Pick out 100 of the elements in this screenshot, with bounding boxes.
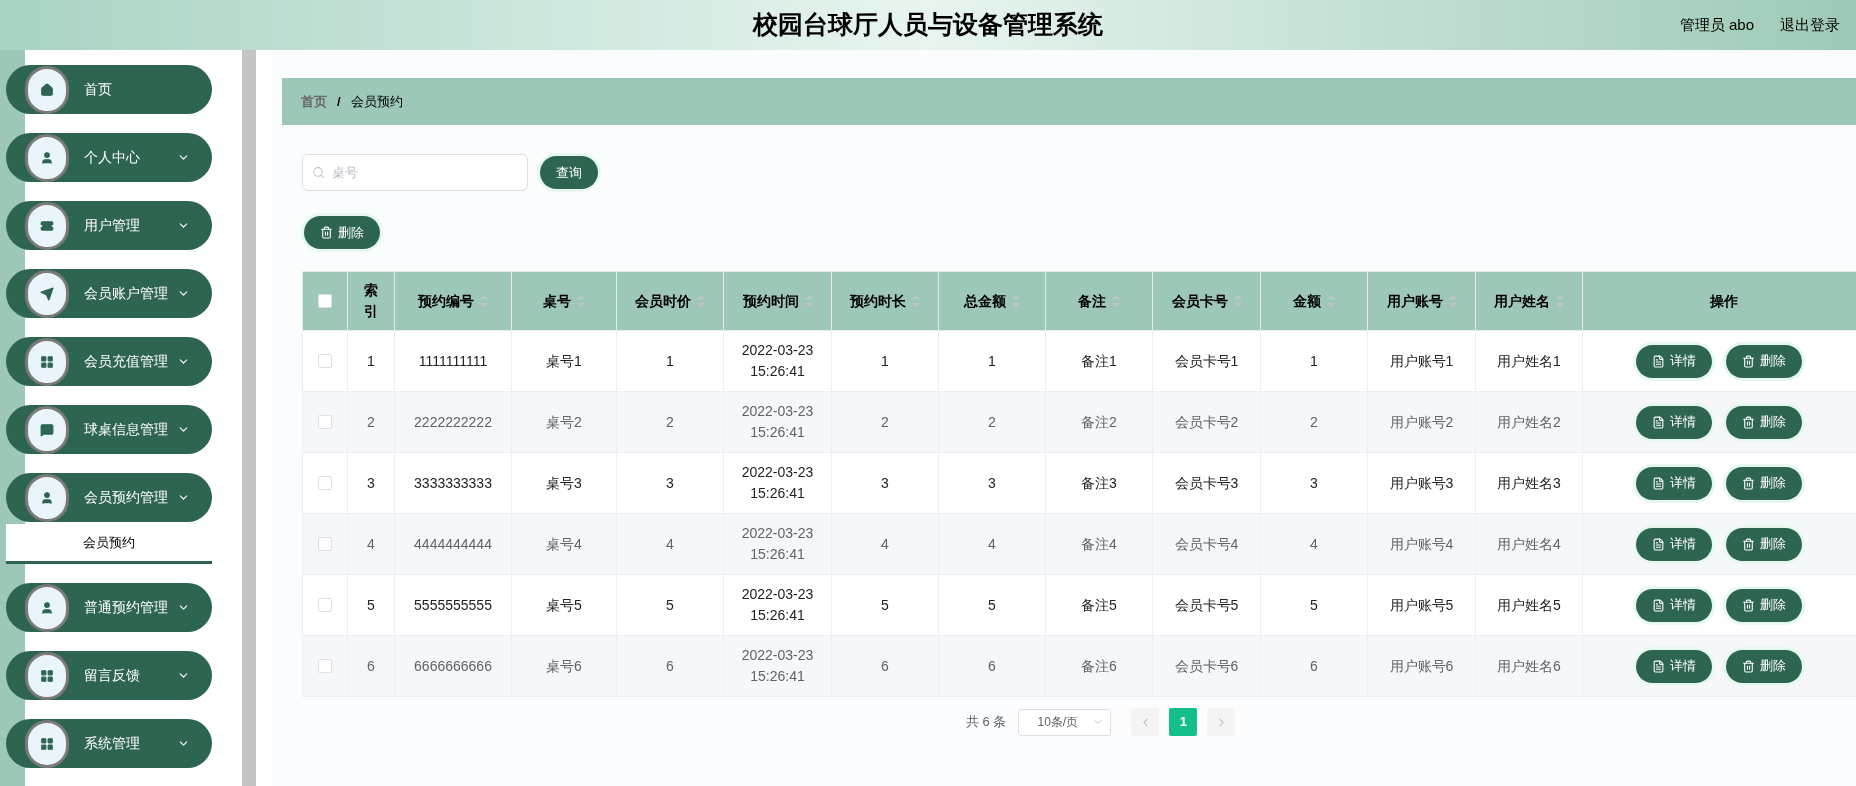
table-cell: 6 — [831, 635, 939, 697]
table-cell: 2222222222 — [394, 391, 512, 453]
column-header: 索引 — [347, 271, 395, 331]
sort-icon[interactable] — [912, 294, 920, 308]
table-cell: 用户姓名3 — [1475, 452, 1583, 514]
table-cell: 2 — [831, 391, 939, 453]
row-checkbox[interactable] — [318, 476, 332, 490]
sort-icon[interactable] — [1233, 294, 1242, 308]
grid-icon — [25, 719, 69, 768]
row-checkbox[interactable] — [318, 354, 332, 368]
table-cell: 3 — [347, 452, 395, 514]
sidebar-menu-item[interactable]: 个人中心 — [6, 133, 212, 182]
sort-icon[interactable] — [804, 294, 813, 308]
delete-button[interactable]: 删除 — [1726, 344, 1802, 378]
detail-button[interactable]: 详情 — [1636, 466, 1712, 500]
column-header: 操作 — [1582, 271, 1856, 331]
search-button[interactable]: 查询 — [540, 156, 598, 189]
row-checkbox[interactable] — [318, 598, 332, 612]
next-page-button[interactable] — [1207, 708, 1236, 736]
row-checkbox[interactable] — [318, 537, 332, 551]
sort-icon[interactable] — [577, 294, 585, 308]
sidebar-menu-item[interactable]: 会员预约管理 — [6, 473, 212, 522]
table-cell: 会员卡号1 — [1152, 330, 1261, 392]
total-count: 共 6 条 — [966, 713, 1007, 732]
table-cell: 用户姓名5 — [1475, 574, 1583, 636]
column-header[interactable]: 金额 — [1260, 271, 1368, 331]
table-cell: 桌号4 — [511, 513, 617, 575]
breadcrumb-link[interactable]: 会员预约 — [350, 91, 403, 112]
table-cell: 桌号2 — [511, 391, 617, 453]
logout-link[interactable]: 退出登录 — [1780, 13, 1840, 37]
sort-icon[interactable] — [1448, 294, 1457, 308]
column-header[interactable]: 桌号 — [511, 271, 617, 331]
grid-icon — [25, 337, 69, 386]
sort-icon[interactable] — [1012, 294, 1020, 308]
table-cell: 1 — [347, 330, 395, 392]
column-header[interactable]: 用户账号 — [1367, 271, 1476, 331]
detail-button[interactable]: 详情 — [1636, 527, 1712, 561]
sort-icon[interactable] — [480, 294, 488, 308]
table-cell: 5 — [938, 574, 1046, 636]
sort-icon[interactable] — [1112, 294, 1120, 308]
table-cell: 1111111111 — [394, 330, 512, 392]
sidebar-menu-item[interactable]: 球桌信息管理 — [6, 405, 212, 454]
prev-page-button[interactable] — [1131, 708, 1160, 736]
delete-button[interactable]: 删除 — [1726, 588, 1802, 622]
chat-icon — [25, 405, 69, 454]
sidebar-menu-item[interactable]: 普通预约管理 — [6, 583, 212, 632]
trash-icon — [1742, 659, 1755, 673]
search-field[interactable]: 桌号 — [302, 154, 528, 191]
table-cell: 2022-03-23 15:26:41 — [723, 635, 832, 697]
column-header[interactable]: 预约编号 — [394, 271, 512, 331]
search-icon — [312, 166, 325, 179]
table-cell: 6 — [616, 635, 724, 697]
table-cell: 5 — [1260, 574, 1368, 636]
detail-button[interactable]: 详情 — [1636, 649, 1712, 683]
delete-button[interactable]: 删除 — [1726, 466, 1802, 500]
table-cell: 用户账号6 — [1367, 635, 1476, 697]
column-header[interactable]: 总金额 — [938, 271, 1046, 331]
column-header[interactable]: 预约时长 — [831, 271, 939, 331]
sidebar-menu-item[interactable]: 用户管理 — [6, 201, 212, 250]
submenu-item[interactable]: 会员预约 — [6, 524, 212, 564]
sidebar-menu-item[interactable]: 会员充值管理 — [6, 337, 212, 386]
sort-icon[interactable] — [697, 294, 705, 308]
column-header[interactable]: 用户姓名 — [1475, 271, 1583, 331]
table-cell: 用户姓名1 — [1475, 330, 1583, 392]
sidebar-menu-item[interactable]: 系统管理 — [6, 719, 212, 768]
delete-button[interactable]: 删除 — [1726, 405, 1802, 439]
table-cell: 4 — [616, 513, 724, 575]
column-header[interactable]: 会员卡号 — [1152, 271, 1261, 331]
page-size-select[interactable]: 10条/页 — [1018, 708, 1112, 736]
column-header[interactable]: 备注 — [1045, 271, 1153, 331]
table-cell: 6666666666 — [394, 635, 512, 697]
sidebar-menu-item[interactable]: 会员账户管理 — [6, 269, 212, 318]
sort-icon[interactable] — [1327, 294, 1335, 308]
select-all-checkbox[interactable] — [318, 294, 332, 308]
detail-button[interactable]: 详情 — [1636, 588, 1712, 622]
trash-icon — [1742, 598, 1755, 612]
table-cell: 用户姓名6 — [1475, 635, 1583, 697]
table-cell: 2 — [1260, 391, 1368, 453]
table-cell: 5 — [347, 574, 395, 636]
admin-name: 管理员 abo — [1679, 14, 1754, 35]
user-icon — [25, 583, 69, 632]
column-header[interactable]: 预约时间 — [723, 271, 832, 331]
table-cell: 2 — [616, 391, 724, 453]
row-checkbox[interactable] — [318, 659, 332, 673]
delete-button[interactable]: 删除 — [1726, 649, 1802, 683]
table-cell: 用户账号4 — [1367, 513, 1476, 575]
detail-button[interactable]: 详情 — [1636, 405, 1712, 439]
table-cell: 4 — [831, 513, 939, 575]
row-checkbox[interactable] — [318, 415, 332, 429]
delete-button[interactable]: 删除 — [304, 216, 380, 249]
sidebar-menu-item[interactable]: 留言反馈 — [6, 651, 212, 700]
detail-button[interactable]: 详情 — [1636, 344, 1712, 378]
table-cell: 用户姓名4 — [1475, 513, 1583, 575]
table-cell: 用户账号5 — [1367, 574, 1476, 636]
trash-icon — [1742, 537, 1755, 551]
sort-icon[interactable] — [1556, 294, 1564, 308]
column-header[interactable]: 会员时价 — [616, 271, 724, 331]
sidebar-menu-item[interactable]: 首页 — [6, 65, 212, 114]
delete-button[interactable]: 删除 — [1726, 527, 1802, 561]
table-cell: 备注2 — [1045, 391, 1153, 453]
